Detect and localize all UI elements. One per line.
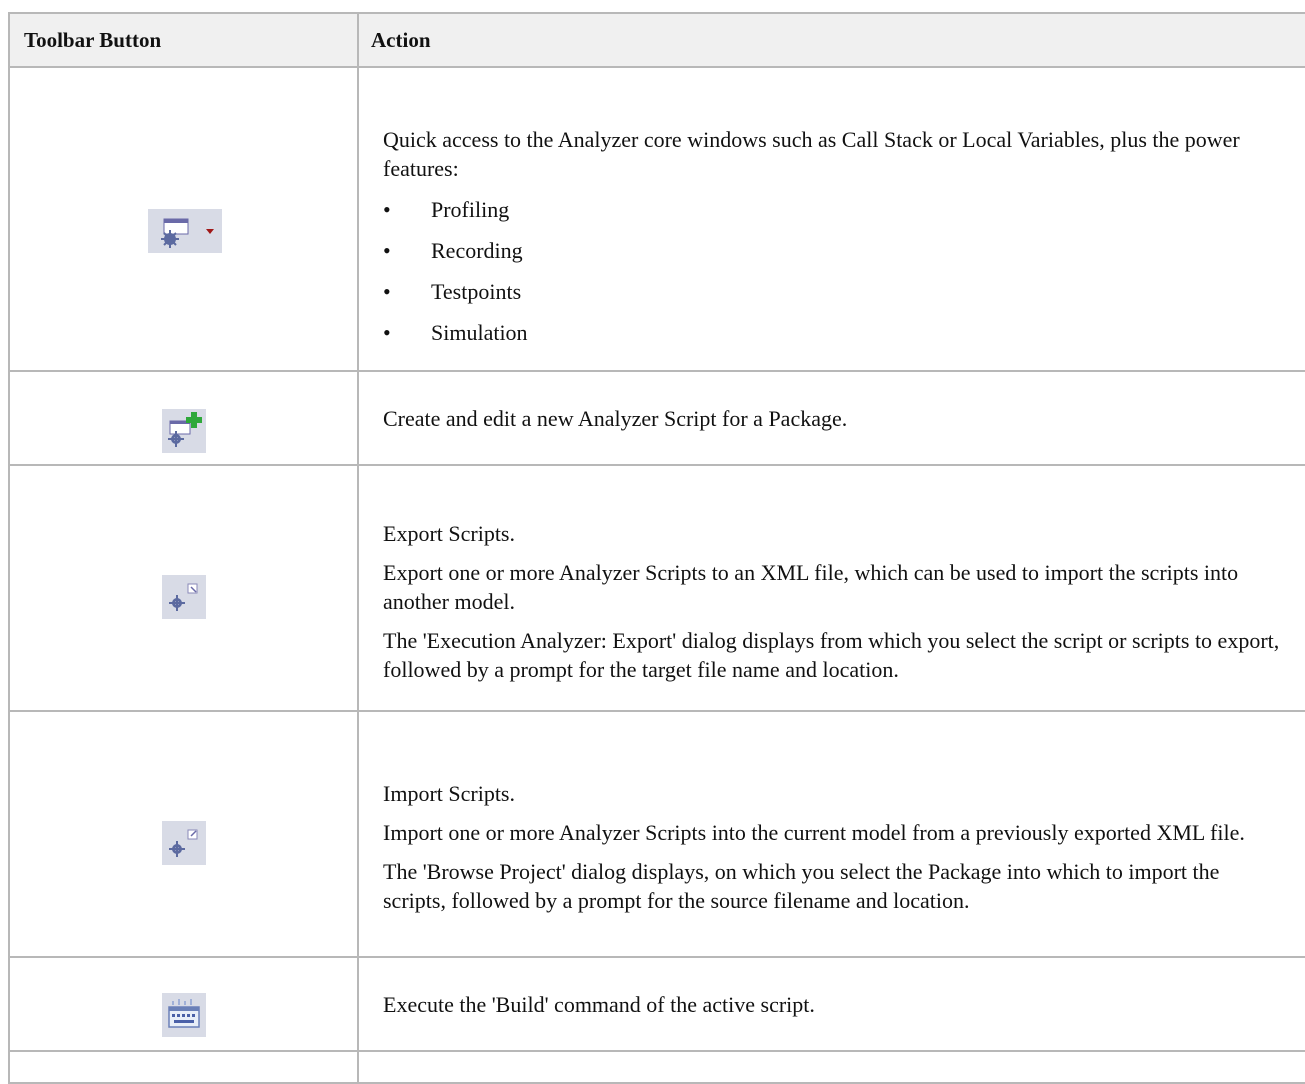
action-cell: Create and edit a new Analyzer Script fo… bbox=[357, 370, 1305, 466]
toolbar-button-cell bbox=[8, 66, 359, 372]
toolbar-button-cell bbox=[8, 710, 359, 958]
list-item: • Simulation bbox=[383, 320, 528, 345]
toolbar-button-cell bbox=[8, 464, 359, 712]
action-details: The 'Execution Analyzer: Export' dialog … bbox=[383, 627, 1280, 682]
toolbar-button-cell bbox=[8, 370, 359, 466]
table-row bbox=[8, 1050, 1305, 1084]
table-row: Create and edit a new Analyzer Script fo… bbox=[8, 370, 1305, 466]
list-item: • Profiling bbox=[383, 197, 510, 222]
action-description: Export one or more Analyzer Scripts to a… bbox=[383, 559, 1239, 614]
action-cell: Export Scripts. Export one or more Analy… bbox=[357, 464, 1305, 712]
list-item: • Recording bbox=[383, 238, 523, 263]
header-action: Action bbox=[357, 12, 1305, 68]
table-row: Import Scripts. Import one or more Analy… bbox=[8, 710, 1305, 958]
table-row: Export Scripts. Export one or more Analy… bbox=[8, 464, 1305, 712]
action-cell: Execute the 'Build' command of the activ… bbox=[357, 956, 1305, 1052]
table-row: Quick access to the Analyzer core window… bbox=[8, 66, 1305, 372]
action-description: Import one or more Analyzer Scripts into… bbox=[383, 820, 1245, 845]
action-title: Export Scripts. bbox=[383, 520, 515, 546]
action-cell: Import Scripts. Import one or more Analy… bbox=[357, 710, 1305, 958]
action-details: The 'Browse Project' dialog displays, on… bbox=[383, 859, 1220, 913]
power-features-list: • Profiling • Recording • Testpoints • Simul… bbox=[383, 189, 1285, 353]
action-cell bbox=[357, 1050, 1305, 1084]
action-description: Quick access to the Analyzer core window… bbox=[383, 127, 1240, 181]
toolbar-button-cell bbox=[8, 1050, 359, 1084]
analyzer-windows-dropdown-icon[interactable] bbox=[147, 208, 222, 253]
action-cell: Quick access to the Analyzer core window… bbox=[357, 66, 1305, 372]
header-toolbar-button: Toolbar Button bbox=[8, 12, 359, 68]
toolbar-actions-table: Toolbar Button Action Quick access to th… bbox=[8, 12, 1305, 1084]
action-description: Create and edit a new Analyzer Script fo… bbox=[383, 405, 848, 431]
table-row: Execute the 'Build' command of the activ… bbox=[8, 956, 1305, 1052]
table-header-row: Toolbar Button Action bbox=[8, 12, 1305, 68]
new-analyzer-script-icon[interactable] bbox=[161, 408, 206, 453]
import-scripts-icon[interactable] bbox=[161, 820, 206, 865]
document-page: Toolbar Button Action Quick access to th… bbox=[0, 0, 1305, 1084]
toolbar-button-cell bbox=[8, 956, 359, 1052]
action-description: Execute the 'Build' command of the activ… bbox=[383, 991, 815, 1017]
list-item: • Testpoints bbox=[383, 279, 522, 304]
export-scripts-icon[interactable] bbox=[161, 574, 206, 619]
action-title: Import Scripts. bbox=[383, 781, 515, 806]
build-command-icon[interactable] bbox=[161, 992, 206, 1037]
